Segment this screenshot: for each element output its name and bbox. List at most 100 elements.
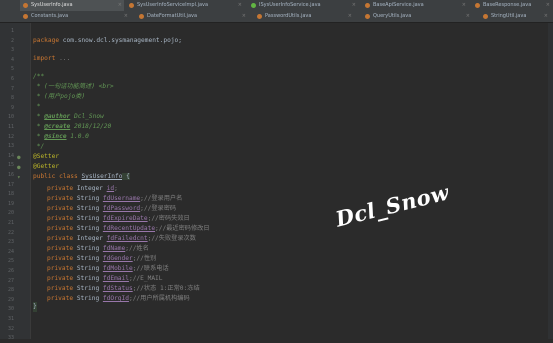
- code-line-import[interactable]: import ...: [33, 54, 70, 64]
- close-icon[interactable]: ×: [352, 0, 356, 11]
- close-icon[interactable]: ×: [118, 0, 122, 11]
- field-type: String: [76, 255, 103, 262]
- line-number: 16: [7, 172, 14, 178]
- field-type: String: [76, 285, 103, 292]
- line-number: 25: [7, 258, 14, 265]
- line-number: 2: [10, 37, 14, 44]
- close-icon[interactable]: ×: [462, 0, 466, 11]
- line-number: 31: [7, 316, 14, 322]
- line-number: 17: [7, 181, 14, 188]
- field-declaration: private String fdUsername;//登录用户名: [47, 194, 182, 204]
- line-number: 29: [7, 296, 14, 303]
- field-comment: ;//最近密码修改日: [155, 225, 210, 232]
- field-modifier: private: [47, 275, 77, 282]
- field-name[interactable]: fdMobile: [103, 265, 133, 272]
- editor-tab-label: BaseApiService.java: [373, 2, 424, 8]
- editor-tab[interactable]: SysUserInfoServiceImpl.java ×: [126, 0, 244, 11]
- import-folded[interactable]: ...: [55, 55, 70, 62]
- field-type: String: [76, 195, 103, 202]
- field-name[interactable]: fdPassword: [103, 205, 140, 212]
- editor-tab[interactable]: Constants.java ×: [20, 11, 130, 22]
- line-number: 32: [7, 325, 14, 332]
- field-name[interactable]: fdGender: [103, 255, 133, 262]
- line-number: 19: [7, 200, 14, 207]
- class-open-brace: {: [122, 173, 130, 180]
- line-number: 3: [10, 47, 14, 54]
- field-declaration: private Integer fdFailedcnt;//失败登录次数: [47, 234, 196, 244]
- field-declaration: private String fdPassword;//登录密码: [47, 204, 176, 214]
- vertical-scrollbar[interactable]: [548, 23, 553, 339]
- editor-tab[interactable]: ISysUserInfoService.java ×: [248, 0, 358, 11]
- close-icon[interactable]: ×: [242, 11, 246, 22]
- field-name[interactable]: fdUsername: [103, 195, 140, 202]
- since-value: 1.0.0: [66, 133, 89, 140]
- author-tag: @author: [44, 113, 71, 120]
- field-declaration: private String fdMobile;//联系电话: [47, 264, 169, 274]
- field-type: String: [76, 265, 103, 272]
- java-class-icon: [483, 14, 488, 19]
- field-declaration: private String fdOrgId;//用户所属机构编码: [47, 294, 190, 304]
- editor-tab[interactable]: BaseResponse.java ×: [472, 0, 552, 11]
- line-number: 28: [7, 287, 14, 294]
- editor-tab-label: QueryUtils.java: [373, 13, 412, 19]
- field-type: String: [76, 205, 103, 212]
- keyword-public-class: public class: [33, 173, 82, 180]
- field-name[interactable]: fdOrgId: [103, 295, 129, 302]
- field-name[interactable]: fdFailedcnt: [107, 235, 148, 242]
- line-number-gutter[interactable]: 1 2 3 4 5 6 7 8 9 10 11 12 13 14 15 16 17 18 19 20 21 22 23 24 2…: [0, 23, 31, 341]
- doc-comment-since: * @since 1.0.0: [33, 132, 89, 142]
- field-modifier: private: [47, 195, 77, 202]
- bean-icon[interactable]: ●: [17, 163, 21, 172]
- line-number: 4: [10, 56, 14, 63]
- editor-tab[interactable]: SysUserInfo.java ×: [20, 0, 124, 11]
- close-icon[interactable]: ×: [124, 11, 128, 22]
- field-name[interactable]: fdExpireDate: [103, 215, 148, 222]
- editor-tab[interactable]: StringUtil.java ×: [480, 11, 550, 22]
- field-comment: ;//状态 1:正常0:冻结: [132, 285, 200, 292]
- package-name: com.snow.dcl.sysmanagement.pojo;: [59, 37, 183, 44]
- java-interface-icon: [251, 3, 256, 8]
- field-name[interactable]: id: [107, 185, 114, 192]
- field-name[interactable]: fdStatus: [103, 285, 133, 292]
- code-line-package: package com.snow.dcl.sysmanagement.pojo;: [33, 36, 182, 46]
- bean-icon[interactable]: ●: [17, 153, 21, 162]
- field-modifier: private: [47, 295, 77, 302]
- editor-tab-label: PasswordUtils.java: [265, 13, 312, 19]
- java-class-icon: [23, 14, 28, 19]
- fold-icon[interactable]: ▾: [17, 173, 21, 182]
- close-icon[interactable]: ×: [348, 11, 352, 22]
- field-type: String: [76, 245, 103, 252]
- editor-tab-label: StringUtil.java: [491, 13, 527, 19]
- field-name[interactable]: fdName: [103, 245, 125, 252]
- java-class-icon: [23, 3, 28, 8]
- doc-comment-description: * (一句话功能简述) <br>: [33, 83, 114, 90]
- editor-tab[interactable]: QueryUtils.java ×: [362, 11, 472, 22]
- field-comment: ;//E_MAIL: [128, 275, 163, 282]
- line-number: 10: [7, 114, 14, 121]
- line-number: 11: [7, 124, 14, 130]
- close-icon[interactable]: ×: [544, 11, 548, 22]
- field-declaration: private String fdStatus;//状态 1:正常0:冻结: [47, 284, 200, 294]
- editor-tab-label: DateFormatUtil.java: [147, 13, 198, 19]
- field-name[interactable]: fdEmail: [103, 275, 129, 282]
- class-name[interactable]: SysUserInfo: [81, 173, 122, 180]
- close-icon[interactable]: ×: [238, 0, 242, 11]
- java-class-icon: [365, 14, 370, 19]
- close-icon[interactable]: ×: [546, 0, 550, 11]
- java-class-icon: [257, 14, 262, 19]
- keyword-package: package: [33, 37, 60, 44]
- class-close-brace: }: [33, 302, 37, 312]
- editor-tab[interactable]: DateFormatUtil.java ×: [136, 11, 248, 22]
- java-class-icon: [475, 3, 480, 8]
- code-editor[interactable]: package com.snow.dcl.sysmanagement.pojo;…: [31, 23, 553, 339]
- close-icon[interactable]: ×: [466, 11, 470, 22]
- line-number: 13: [7, 143, 14, 150]
- doc-comment-detail: * (用户pojo类): [33, 93, 86, 100]
- since-tag: @since: [44, 133, 67, 140]
- field-declaration: private String fdRecentUpdate;//最近密码修改日: [47, 224, 210, 234]
- java-class-icon: [129, 3, 134, 8]
- editor-tab[interactable]: PasswordUtils.java ×: [254, 11, 354, 22]
- field-modifier: private: [47, 265, 77, 272]
- editor-tab[interactable]: BaseApiService.java ×: [362, 0, 468, 11]
- field-name[interactable]: fdRecentUpdate: [103, 225, 155, 232]
